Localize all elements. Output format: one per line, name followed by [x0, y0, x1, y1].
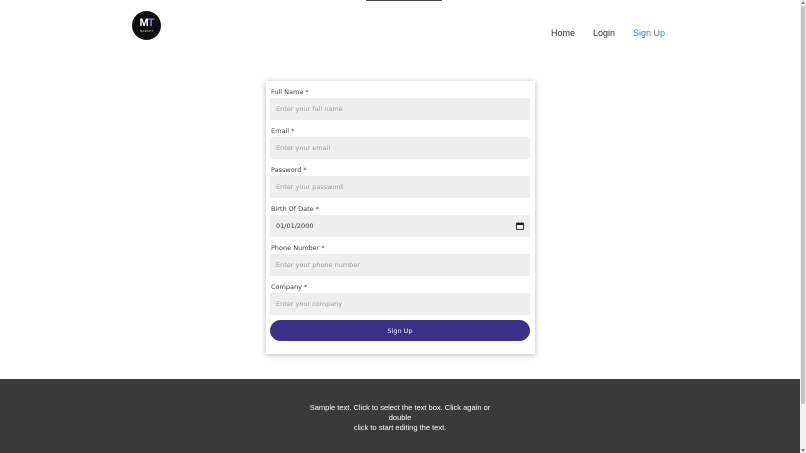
scroll-up-arrow[interactable]: [801, 1, 805, 4]
password-label: Password *: [271, 166, 307, 174]
phone-input[interactable]: [270, 254, 530, 276]
nav-signup-link[interactable]: Sign Up: [633, 28, 665, 38]
scrollbar-thumb[interactable]: [801, 6, 805, 404]
calendar-icon[interactable]: [516, 222, 524, 230]
password-input[interactable]: [270, 176, 530, 198]
email-label: Email *: [271, 127, 295, 135]
logo-subtitle: MARKET: [139, 28, 154, 33]
vertical-scrollbar[interactable]: [800, 0, 806, 453]
birth-date-input[interactable]: 01/01/2000: [270, 215, 530, 237]
brand-logo[interactable]: MT MARKET: [132, 11, 161, 40]
signup-submit-button[interactable]: Sign Up: [270, 320, 530, 341]
footer-text-line-1: Sample text. Click to select the text bo…: [309, 403, 491, 422]
footer-text-line-2: click to start editing the text.: [353, 423, 447, 432]
birth-date-value: 01/01/2000: [276, 222, 314, 230]
phone-label: Phone Number *: [271, 244, 325, 252]
top-divider: [366, 0, 442, 1]
page-footer: Sample text. Click to select the text bo…: [0, 379, 800, 453]
nav-home-link[interactable]: Home: [551, 28, 575, 38]
full-name-input[interactable]: [270, 98, 530, 120]
footer-text[interactable]: Sample text. Click to select the text bo…: [300, 403, 500, 433]
company-label: Company *: [271, 283, 308, 291]
email-input[interactable]: [270, 137, 530, 159]
logo-mark: MT: [139, 16, 155, 29]
birth-date-label: Birth Of Date *: [271, 205, 319, 213]
nav-login-link[interactable]: Login: [593, 28, 615, 38]
scroll-down-arrow[interactable]: [801, 449, 805, 452]
full-name-label: Full Name *: [271, 88, 309, 96]
company-input[interactable]: [270, 293, 530, 315]
signup-form-card: Full Name * Email * Password * Birth Of …: [266, 81, 535, 354]
